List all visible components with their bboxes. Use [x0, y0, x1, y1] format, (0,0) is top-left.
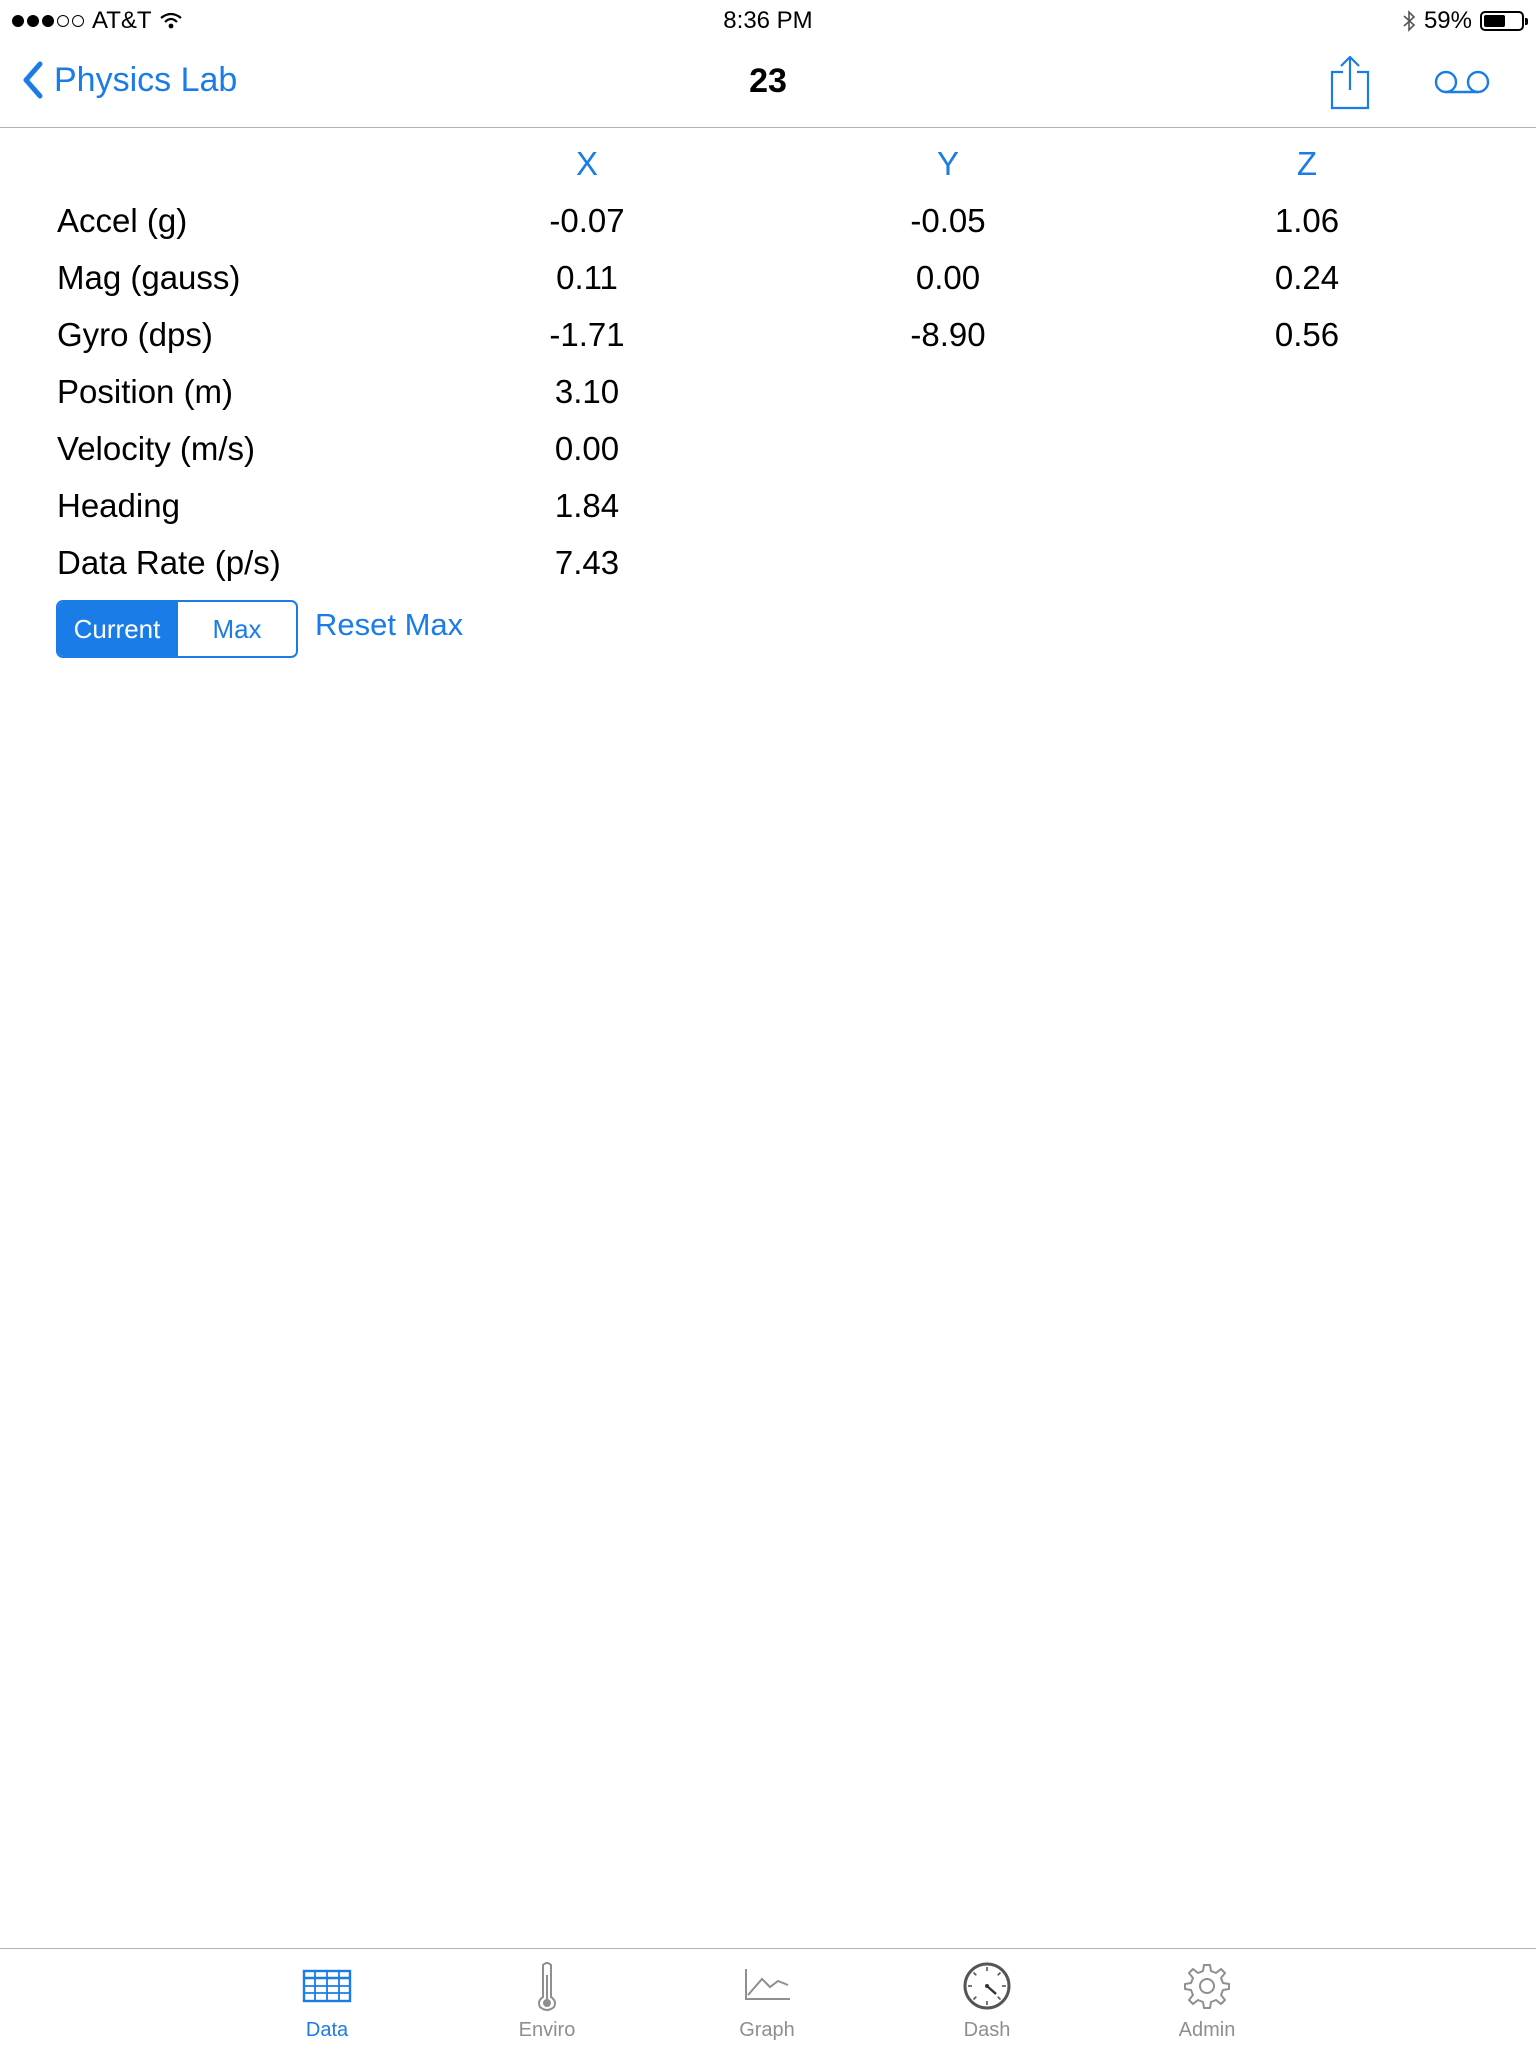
row-label-position: Position (m): [57, 373, 234, 410]
thermometer-icon: [538, 1962, 556, 2011]
gyro-x-value: -1.71: [549, 316, 625, 353]
battery-icon: [1480, 11, 1528, 31]
tab-label: Enviro: [518, 2019, 576, 2041]
share-icon[interactable]: [1328, 54, 1372, 110]
row-label-data-rate: Data Rate (p/s): [57, 544, 281, 581]
column-header-z: Z: [1296, 145, 1318, 182]
mag-y-value: 0.00: [915, 259, 981, 296]
graph-icon: [745, 1969, 790, 2000]
battery-tip: [1525, 18, 1528, 25]
battery-percent: 59%: [1423, 7, 1472, 34]
navigation-bar: Physics Lab 23: [0, 40, 1536, 128]
heading-value: 1.84: [554, 487, 620, 524]
tab-label: Dash: [963, 2019, 1011, 2041]
status-time: 8:36 PM: [723, 7, 813, 34]
tab-dash[interactable]: Dash: [917, 1949, 1057, 2049]
gyro-y-value: -8.90: [910, 316, 986, 353]
accel-y-value: -0.05: [910, 202, 986, 239]
voicemail-icon[interactable]: [1432, 64, 1492, 100]
tab-data[interactable]: Data: [257, 1949, 397, 2049]
tab-label: Data: [305, 2019, 349, 2041]
battery-fill: [1484, 15, 1506, 27]
status-right: 59%: [1402, 7, 1528, 35]
velocity-value: 0.00: [554, 430, 620, 467]
row-label-velocity: Velocity (m/s): [57, 430, 256, 467]
accel-x-value: -0.07: [549, 202, 625, 239]
table-icon: [302, 1969, 352, 2003]
row-label-gyro: Gyro (dps): [57, 316, 213, 353]
tab-label: Admin: [1178, 2019, 1236, 2041]
position-value: 3.10: [554, 373, 620, 410]
page-title: 23: [749, 62, 787, 100]
gear-icon: [1184, 1964, 1230, 2009]
row-label-accel: Accel (g): [57, 202, 188, 239]
mag-x-value: 0.11: [556, 259, 618, 296]
gauge-icon: [963, 1962, 1011, 2010]
tab-admin[interactable]: Admin: [1137, 1949, 1277, 2049]
reset-max-button[interactable]: Reset Max: [315, 607, 463, 643]
gyro-z-value: 0.56: [1274, 316, 1340, 353]
segment-max[interactable]: Max: [176, 602, 296, 656]
column-header-x: X: [575, 145, 598, 182]
current-max-segmented-control: Current Max: [56, 600, 298, 658]
mag-z-value: 0.24: [1274, 259, 1340, 296]
row-label-mag: Mag (gauss): [57, 259, 241, 296]
row-label-heading: Heading: [57, 487, 180, 524]
data-rate-value: 7.43: [554, 544, 620, 581]
accel-z-value: 1.06: [1274, 202, 1340, 239]
tab-label: Graph: [739, 2019, 795, 2041]
column-header-y: Y: [936, 145, 959, 182]
bluetooth-icon: [1403, 10, 1416, 32]
tab-graph[interactable]: Graph: [697, 1949, 837, 2049]
status-bar: AT&T 8:36 PM 59%: [0, 0, 1536, 40]
segment-current[interactable]: Current: [58, 602, 176, 656]
tab-bar: Data Enviro Graph Dash Admin: [0, 1948, 1536, 2048]
tab-enviro[interactable]: Enviro: [477, 1949, 617, 2049]
